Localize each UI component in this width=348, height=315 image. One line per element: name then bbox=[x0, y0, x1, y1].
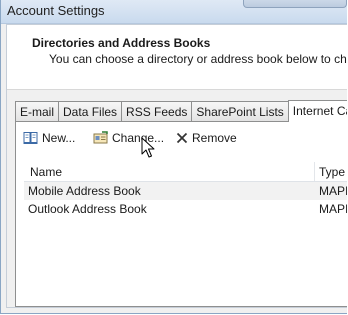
tab-data-files[interactable]: Data Files bbox=[58, 101, 123, 121]
tab-rss-feeds[interactable]: RSS Feeds bbox=[121, 101, 193, 121]
toolbar: New... Change... Remove bbox=[16, 128, 347, 148]
list-item[interactable]: Mobile Address Book MAPI bbox=[24, 182, 347, 200]
tab-email[interactable]: E-mail bbox=[15, 101, 60, 121]
window-controls[interactable] bbox=[243, 0, 347, 8]
list-item[interactable]: Outlook Address Book MAPI bbox=[24, 200, 347, 218]
x-remove-icon bbox=[175, 131, 192, 145]
change-label: Change... bbox=[112, 131, 165, 145]
tab-strip: E-mail Data Files RSS Feeds SharePoint L… bbox=[15, 100, 347, 122]
column-header-name[interactable]: Name bbox=[30, 165, 62, 179]
column-divider[interactable] bbox=[314, 162, 315, 181]
header-panel: Directories and Address Books You can ch… bbox=[7, 25, 347, 90]
section-description: You can choose a directory or address bo… bbox=[49, 52, 347, 66]
address-book-name: Mobile Address Book bbox=[28, 184, 141, 198]
address-book-icon bbox=[23, 131, 42, 145]
title-bar[interactable]: Account Settings bbox=[1, 0, 347, 24]
remove-label: Remove bbox=[192, 131, 237, 145]
new-button[interactable]: New... bbox=[23, 128, 75, 148]
tab-internet-calendars[interactable]: Internet Cal bbox=[287, 100, 347, 122]
account-settings-window: Account Settings Directories and Address… bbox=[0, 0, 347, 314]
list-column-header: Name Type bbox=[24, 162, 347, 182]
mouse-pointer-icon bbox=[141, 137, 155, 162]
window-title: Account Settings bbox=[7, 3, 105, 18]
tab-sharepoint-lists[interactable]: SharePoint Lists bbox=[191, 101, 289, 121]
dialog-client-area: Directories and Address Books You can ch… bbox=[6, 24, 347, 308]
remove-button[interactable]: Remove bbox=[175, 128, 237, 148]
address-books-tab-page: New... Change... Remove Name Type Mobile… bbox=[15, 121, 347, 307]
body-panel: E-mail Data Files RSS Feeds SharePoint L… bbox=[7, 90, 347, 307]
address-book-type: MAPI bbox=[319, 184, 347, 198]
address-book-name: Outlook Address Book bbox=[28, 202, 147, 216]
new-label: New... bbox=[42, 131, 76, 145]
section-heading: Directories and Address Books bbox=[32, 36, 211, 50]
change-card-icon bbox=[92, 131, 112, 145]
column-header-type[interactable]: Type bbox=[319, 165, 345, 179]
address-book-type: MAPI bbox=[319, 202, 347, 216]
